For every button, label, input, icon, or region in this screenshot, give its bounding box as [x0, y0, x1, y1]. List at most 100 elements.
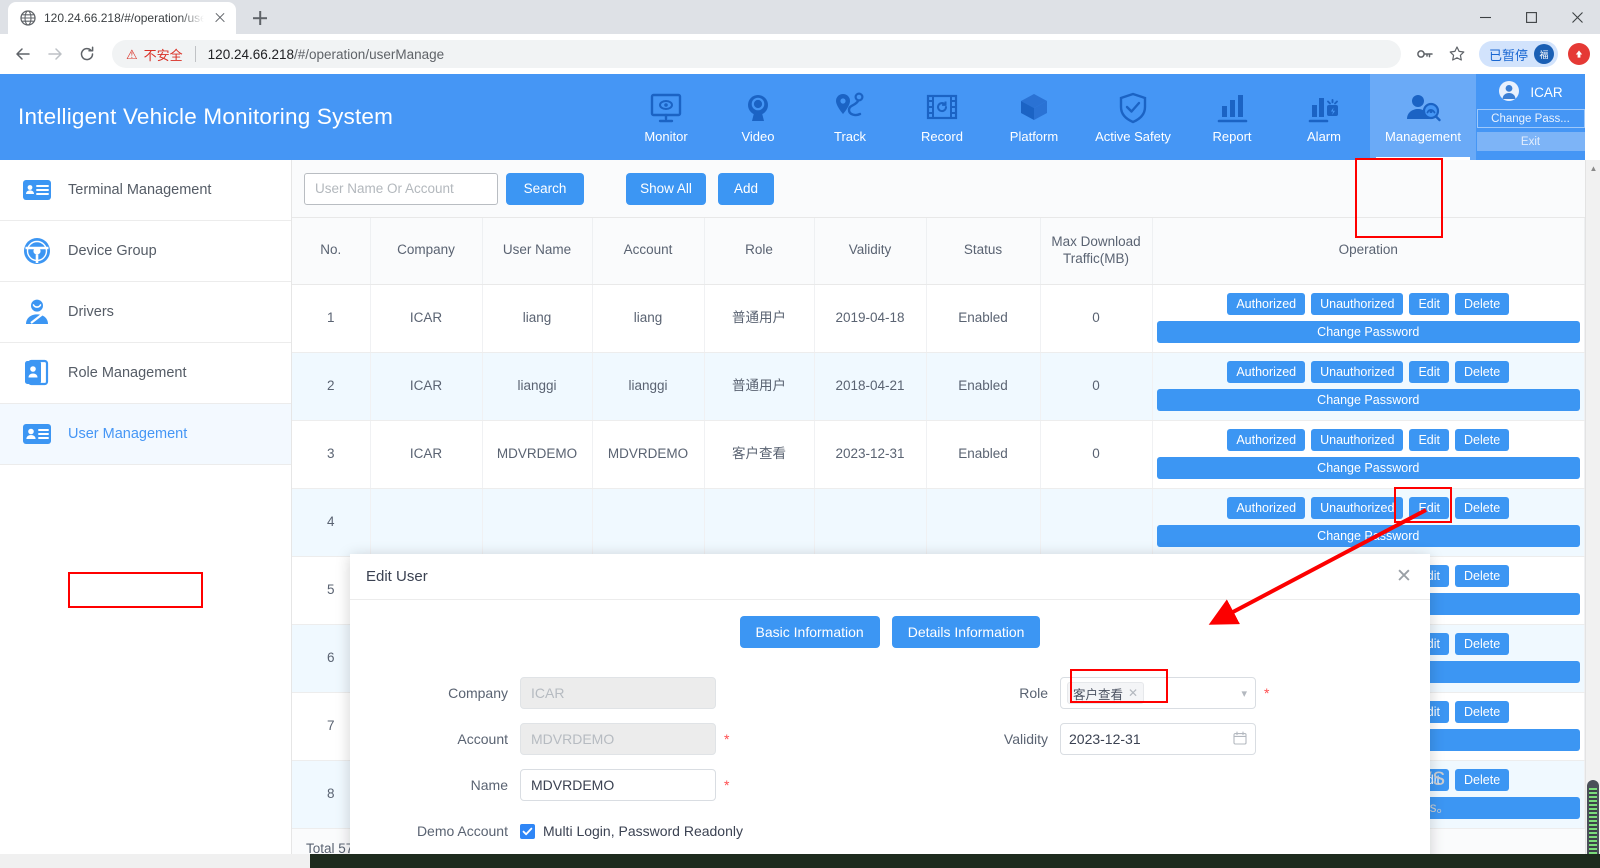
- window-close-button[interactable]: [1554, 0, 1600, 34]
- row-change-password-button[interactable]: Change Password: [1156, 389, 1580, 411]
- field-account: Account *: [350, 716, 890, 762]
- sidebar-item-role-management[interactable]: Role Management: [0, 343, 291, 404]
- role-chip: 客户查看 ✕: [1067, 682, 1145, 705]
- column-header-user-name[interactable]: User Name: [482, 218, 593, 285]
- row-authorized-button[interactable]: Authorized: [1227, 497, 1306, 519]
- search-input[interactable]: [304, 172, 498, 205]
- nav-item-video[interactable]: Video: [712, 74, 804, 160]
- add-button[interactable]: Add: [718, 172, 774, 205]
- row-delete-button[interactable]: Delete: [1455, 769, 1510, 791]
- tab-basic-information[interactable]: Basic Information: [739, 616, 880, 649]
- column-header-role[interactable]: Role: [704, 218, 815, 285]
- remove-role-icon[interactable]: ✕: [1128, 686, 1138, 700]
- row-delete-button[interactable]: Delete: [1455, 497, 1510, 519]
- field-label-validity: Validity: [1003, 731, 1048, 748]
- column-header-validity[interactable]: Validity: [814, 218, 927, 285]
- row-status: [926, 488, 1041, 557]
- column-header-no[interactable]: No.: [292, 218, 371, 285]
- nav-item-management[interactable]: Management: [1370, 74, 1476, 160]
- reload-button[interactable]: [72, 39, 102, 69]
- row-authorized-button[interactable]: Authorized: [1227, 429, 1306, 451]
- search-button[interactable]: Search: [506, 172, 584, 205]
- row-delete-button[interactable]: Delete: [1455, 293, 1510, 315]
- row-change-password-button[interactable]: Change Password: [1156, 321, 1580, 343]
- exit-button[interactable]: Exit: [1476, 132, 1585, 151]
- sidebar-item-label: Role Management: [68, 365, 187, 381]
- sidebar-item-user-management[interactable]: User Management: [0, 404, 291, 465]
- row-authorized-button[interactable]: Authorized: [1227, 293, 1306, 315]
- change-password-button[interactable]: Change Pass...: [1476, 109, 1585, 128]
- nav-item-track[interactable]: Track: [804, 74, 896, 160]
- table-row[interactable]: 2 ICAR lianggi lianggi 普通用户 2018-04-21 Enabled…: [292, 352, 1585, 421]
- row-company: ICAR: [370, 420, 483, 489]
- row-edit-button[interactable]: Edit: [1409, 293, 1450, 315]
- role-select[interactable]: 客户查看 ✕ ▾: [1060, 677, 1256, 710]
- row-delete-button[interactable]: Delete: [1455, 361, 1510, 383]
- browser-tab[interactable]: 120.24.66.218/#/operation/use: [8, 2, 236, 34]
- scroll-up-icon[interactable]: ▲: [1586, 160, 1600, 176]
- demo-account-checkbox[interactable]: [520, 823, 535, 839]
- extension-icon[interactable]: [1568, 43, 1590, 65]
- row-edit-button[interactable]: Edit: [1409, 429, 1450, 451]
- name-field[interactable]: [520, 769, 716, 802]
- row-edit-button[interactable]: Edit: [1409, 497, 1450, 519]
- row-company: ICAR: [370, 352, 483, 421]
- row-authorized-button[interactable]: Authorized: [1227, 361, 1306, 383]
- row-delete-button[interactable]: Delete: [1455, 633, 1510, 655]
- role-book-icon: [22, 358, 52, 388]
- row-edit-button[interactable]: Edit: [1409, 361, 1450, 383]
- not-secure-label: 不安全: [143, 47, 183, 63]
- password-key-icon[interactable]: [1411, 40, 1439, 68]
- row-change-password-button[interactable]: Change Password: [1156, 457, 1580, 479]
- dialog-title: Edit User: [366, 568, 428, 586]
- row-unauthorized-button[interactable]: Unauthorized: [1311, 429, 1404, 451]
- globe-favicon-icon: [20, 10, 36, 26]
- validity-date-picker[interactable]: 2023-12-31: [1060, 723, 1256, 756]
- column-header-company[interactable]: Company: [370, 218, 483, 285]
- row-delete-button[interactable]: Delete: [1455, 565, 1510, 587]
- address-bar[interactable]: ⚠ 不安全 120.24.66.218/#/operation/userMana…: [112, 40, 1401, 68]
- not-secure-warning-icon: ⚠: [126, 46, 138, 62]
- tab-close-icon[interactable]: [212, 10, 228, 26]
- column-header-status[interactable]: Status: [926, 218, 1041, 285]
- sidebar-item-terminal-management[interactable]: Terminal Management: [0, 160, 291, 221]
- sync-paused-badge[interactable]: 已暂停 福: [1478, 41, 1558, 67]
- back-button[interactable]: [8, 39, 38, 69]
- row-role: 客户查看: [704, 420, 815, 489]
- row-user-name: liang: [482, 284, 593, 353]
- sidebar-item-drivers[interactable]: Drivers: [0, 282, 291, 343]
- edit-user-form: Company Account * Name: [350, 648, 1430, 854]
- nav-item-monitor[interactable]: Monitor: [620, 74, 712, 160]
- nav-item-active-safety[interactable]: Active Safety: [1080, 74, 1186, 160]
- bookmark-star-icon[interactable]: [1443, 40, 1471, 68]
- show-all-button[interactable]: Show All: [626, 172, 706, 205]
- new-tab-button[interactable]: [246, 4, 274, 32]
- column-header-account[interactable]: Account: [592, 218, 705, 285]
- nav-item-platform[interactable]: Platform: [988, 74, 1080, 160]
- row-delete-button[interactable]: Delete: [1455, 429, 1510, 451]
- window-maximize-button[interactable]: [1508, 0, 1554, 34]
- row-unauthorized-button[interactable]: Unauthorized: [1311, 497, 1404, 519]
- nav-label: Platform: [1009, 129, 1059, 144]
- nav-item-report[interactable]: Report: [1186, 74, 1278, 160]
- row-unauthorized-button[interactable]: Unauthorized: [1311, 361, 1404, 383]
- nav-label: Active Safety: [1095, 129, 1171, 144]
- column-header-max-download[interactable]: Max Download Traffic(MB): [1040, 218, 1153, 285]
- column-header-operation[interactable]: Operation: [1152, 218, 1585, 285]
- table-row[interactable]: 4 Authorized Unauthorized Edit Delete Change …: [292, 488, 1585, 557]
- sidebar-item-device-group[interactable]: Device Group: [0, 221, 291, 282]
- window-minimize-button[interactable]: [1462, 0, 1508, 34]
- table-row[interactable]: 3 ICAR MDVRDEMO MDVRDEMO 客户查看 2023-12-31 Enabl…: [292, 420, 1585, 489]
- forward-button[interactable]: [40, 39, 70, 69]
- nav-item-alarm[interactable]: Alarm: [1278, 74, 1370, 160]
- tab-details-information[interactable]: Details Information: [891, 616, 1041, 649]
- page-scrollbar[interactable]: ▲ ▼: [1585, 160, 1600, 868]
- row-unauthorized-button[interactable]: Unauthorized: [1311, 293, 1404, 315]
- close-icon[interactable]: ✕: [1394, 567, 1414, 587]
- content-toolbar: Search Show All Add: [292, 160, 1585, 218]
- required-asterisk: *: [724, 777, 730, 794]
- row-change-password-button[interactable]: Change Password: [1156, 525, 1580, 547]
- nav-item-record[interactable]: Record: [896, 74, 988, 160]
- row-delete-button[interactable]: Delete: [1455, 701, 1510, 723]
- table-row[interactable]: 1 ICAR liang liang 普通用户 2019-04-18 Enabled 0 Aut…: [292, 284, 1585, 353]
